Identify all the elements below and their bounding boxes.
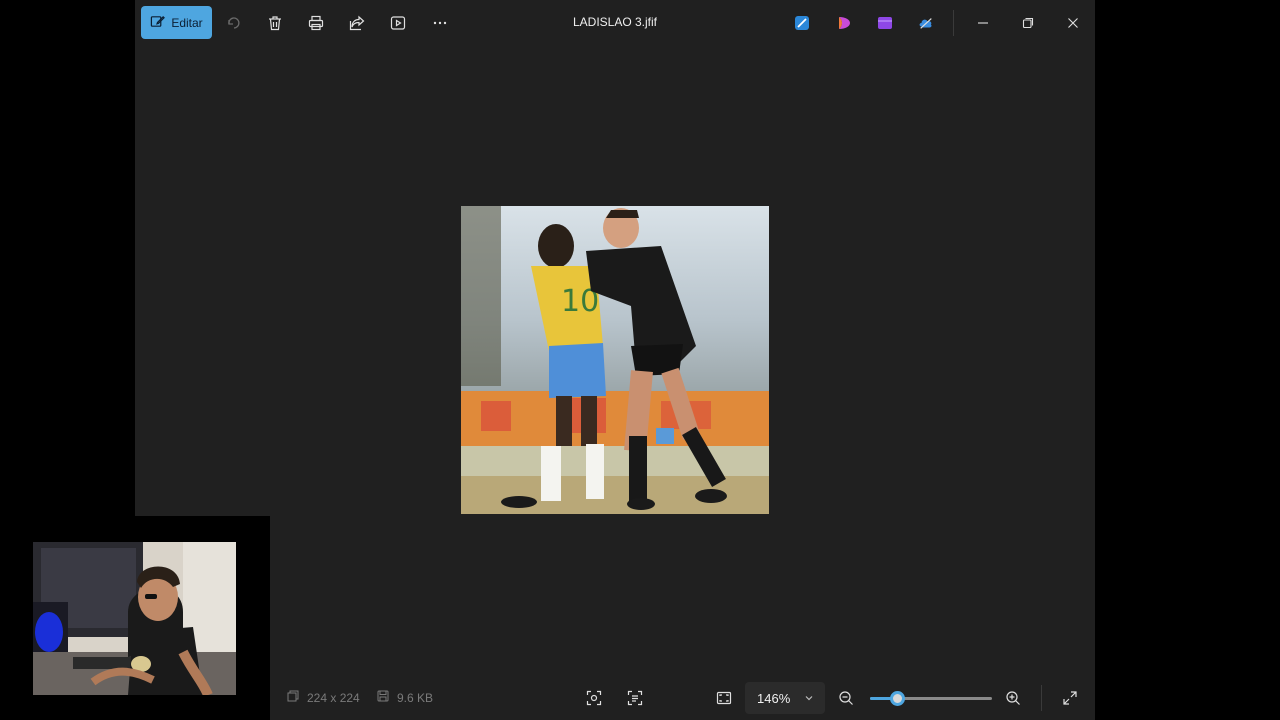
file-size-label: 9.6 KB [397, 690, 434, 705]
rotate-icon[interactable] [223, 12, 245, 34]
restore-icon[interactable] [1017, 12, 1039, 34]
edit-label: Editar [171, 15, 203, 30]
zoom-dropdown[interactable]: 146% [745, 682, 825, 714]
file-title: LADISLAO 3.jfif [572, 15, 658, 29]
designer-icon[interactable] [791, 12, 813, 34]
photos-app-window: Editar LADISLAO 3.jfif 10 224 x 224 9.6 … [135, 0, 1095, 720]
share-icon[interactable] [346, 12, 368, 34]
zoom-out-icon[interactable] [835, 687, 857, 709]
file-size: 9.6 KB [377, 690, 433, 705]
more-icon[interactable] [429, 12, 451, 34]
zoom-value: 146% [757, 690, 791, 706]
fit-to-window-icon[interactable] [713, 687, 735, 709]
minimize-icon[interactable] [972, 12, 994, 34]
webcam-video [33, 542, 236, 695]
clipchamp-icon[interactable] [833, 12, 855, 34]
edit-button[interactable]: Editar [141, 6, 212, 39]
bottombar-separator [1041, 685, 1042, 711]
video-editor-icon[interactable] [874, 12, 896, 34]
print-icon[interactable] [305, 12, 327, 34]
image-dimensions: 224 x 224 [287, 690, 360, 705]
save-disk-icon [377, 690, 389, 705]
edit-icon [150, 14, 166, 32]
zoom-slider[interactable] [870, 691, 992, 706]
delete-icon[interactable] [264, 12, 286, 34]
onedrive-icon[interactable] [915, 12, 937, 34]
zoom-slider-thumb[interactable] [889, 691, 905, 706]
close-icon[interactable] [1062, 12, 1084, 34]
zoom-in-icon[interactable] [1002, 687, 1024, 709]
dimensions-icon [287, 690, 299, 705]
displayed-photo[interactable]: 10 [461, 206, 769, 514]
webcam-overlay [0, 516, 270, 720]
chevron-down-icon [804, 691, 814, 706]
titlebar-separator [953, 10, 954, 36]
visual-search-icon[interactable] [583, 687, 605, 709]
dimensions-label: 224 x 224 [307, 690, 360, 705]
text-scan-icon[interactable] [624, 687, 646, 709]
title-bar: Editar LADISLAO 3.jfif [135, 0, 1095, 46]
bottom-status-bar: 224 x 224 9.6 KB 146% [135, 676, 1095, 720]
fullscreen-icon[interactable] [1059, 687, 1081, 709]
slideshow-icon[interactable] [387, 12, 409, 34]
